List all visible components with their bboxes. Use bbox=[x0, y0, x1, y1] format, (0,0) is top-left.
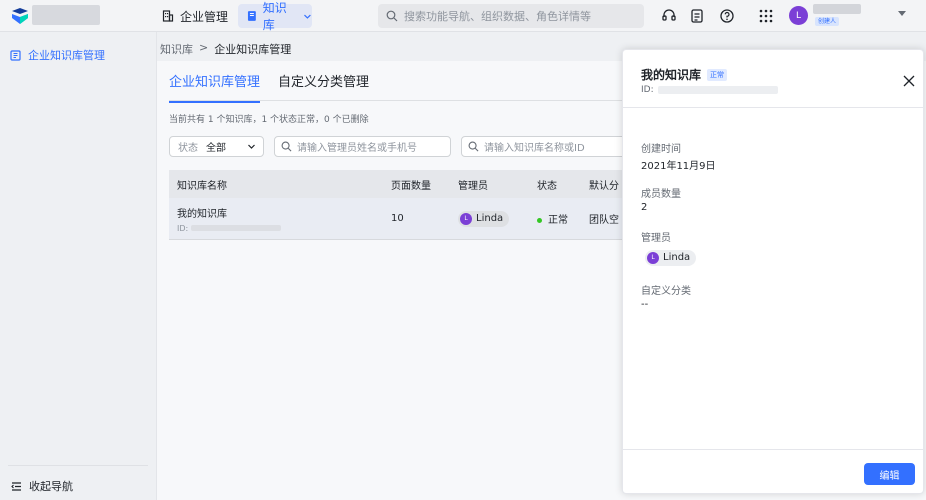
cell-pages: 10 bbox=[391, 213, 404, 224]
breadcrumb: 知识库 > 企业知识库管理 bbox=[160, 41, 291, 57]
status-filter-value: 全部 bbox=[206, 143, 226, 154]
admin-search-input[interactable]: 请输入管理员姓名或手机号 bbox=[274, 136, 451, 157]
sidebar-divider bbox=[8, 465, 148, 466]
kb-id-label: ID: bbox=[177, 223, 189, 233]
breadcrumb-separator: > bbox=[199, 41, 209, 54]
avatar: L bbox=[460, 212, 472, 225]
drawer-id-label: ID: bbox=[641, 85, 654, 95]
drawer-title: 我的知识库 正常 bbox=[641, 66, 728, 83]
document-icon[interactable] bbox=[689, 8, 705, 24]
admin-chip[interactable]: L Linda bbox=[458, 210, 510, 227]
admin-name: Linda bbox=[476, 213, 504, 224]
header-pages: 页面数量 bbox=[391, 180, 431, 192]
search-placeholder: 搜索功能导航、组织数据、角色详情等 bbox=[404, 10, 591, 23]
kb-id-redacted bbox=[191, 225, 282, 231]
search-icon bbox=[386, 10, 398, 22]
tab-custom-category[interactable]: 自定义分类管理 bbox=[278, 71, 369, 97]
creator-badge: 创建人 bbox=[815, 17, 840, 26]
avatar: L bbox=[647, 251, 659, 264]
admin-chip: L Linda bbox=[645, 249, 697, 266]
brand-name-redacted bbox=[32, 5, 100, 25]
app-grid-icon[interactable] bbox=[758, 8, 774, 24]
collapse-icon bbox=[11, 481, 21, 491]
search-icon bbox=[468, 141, 479, 152]
global-search-input[interactable]: 搜索功能导航、组织数据、角色详情等 bbox=[378, 4, 644, 28]
sidebar: 企业知识库管理 收起导航 bbox=[0, 32, 157, 500]
drawer-admin-chip[interactable]: L Linda bbox=[645, 248, 697, 266]
breadcrumb-root[interactable]: 知识库 bbox=[160, 41, 193, 57]
drawer-header: 我的知识库 正常 ID: bbox=[623, 50, 923, 108]
kb-id: ID: bbox=[177, 224, 391, 233]
collapse-nav-button[interactable]: 收起导航 bbox=[11, 478, 73, 494]
kb-name: 我的知识库 bbox=[177, 208, 227, 220]
members-value: 2 bbox=[641, 202, 648, 213]
detail-drawer: 我的知识库 正常 ID: 创建时间 2021年11月9日 成员数量 2 管理员 … bbox=[622, 49, 924, 494]
headset-icon[interactable] bbox=[661, 8, 677, 24]
user-avatar[interactable]: L bbox=[789, 6, 808, 25]
sidebar-item-label: 企业知识库管理 bbox=[28, 49, 105, 62]
app-logo-icon[interactable] bbox=[10, 6, 30, 26]
user-name-redacted bbox=[813, 4, 861, 14]
header-admin: 管理员 bbox=[458, 180, 488, 192]
drawer-title-text: 我的知识库 bbox=[641, 68, 702, 82]
building-icon bbox=[162, 10, 174, 22]
breadcrumb-current: 企业知识库管理 bbox=[214, 43, 292, 56]
nav-kb-label: 知识库 bbox=[262, 1, 287, 32]
kb-table: 知识库名称 页面数量 管理员 状态 默认分 我的知识库 ID: 10 L Lin… bbox=[169, 170, 629, 240]
nav-enterprise-label: 企业管理 bbox=[180, 9, 229, 24]
admin-name: Linda bbox=[663, 252, 691, 263]
created-label: 创建时间 bbox=[641, 144, 681, 155]
kb-search-placeholder: 请输入知识库名称或ID bbox=[484, 143, 585, 154]
chevron-down-icon bbox=[248, 144, 255, 149]
caret-down-icon[interactable] bbox=[898, 11, 906, 16]
chevron-down-icon bbox=[304, 14, 311, 19]
created-value: 2021年11月9日 bbox=[641, 161, 716, 172]
header-name: 知识库名称 bbox=[177, 180, 227, 192]
status-filter-select[interactable]: 状态 全部 bbox=[169, 136, 264, 157]
search-icon bbox=[281, 141, 292, 152]
category-label: 自定义分类 bbox=[641, 286, 691, 297]
nav-enterprise-management[interactable]: 企业管理 bbox=[162, 7, 228, 25]
table-header: 知识库名称 页面数量 管理员 状态 默认分 bbox=[169, 170, 629, 198]
table-row[interactable]: 我的知识库 ID: 10 L Linda 正常 团队空 bbox=[169, 198, 629, 240]
drawer-id: ID: bbox=[641, 85, 778, 95]
header-status: 状态 bbox=[537, 180, 557, 192]
admin-search-placeholder: 请输入管理员姓名或手机号 bbox=[297, 143, 417, 154]
cell-name: 我的知识库 ID: bbox=[169, 205, 391, 233]
edit-button[interactable]: 编辑 bbox=[864, 463, 915, 485]
knowledge-base-icon bbox=[10, 49, 21, 61]
help-icon[interactable] bbox=[719, 8, 735, 24]
status-text: 正常 bbox=[548, 215, 568, 226]
tab-divider bbox=[169, 100, 629, 101]
knowledge-base-icon bbox=[247, 11, 256, 21]
cell-status: 正常 bbox=[537, 211, 589, 226]
collapse-nav-label: 收起导航 bbox=[29, 480, 73, 493]
tab-bar: 企业知识库管理 自定义分类管理 bbox=[169, 71, 369, 103]
nav-knowledge-base[interactable]: 知识库 bbox=[238, 1, 312, 32]
summary-text: 当前共有 1 个知识库，1 个状态正常，0 个已删除 bbox=[169, 115, 369, 125]
tab-enterprise-kb[interactable]: 企业知识库管理 bbox=[169, 71, 261, 103]
status-badge: 正常 bbox=[707, 68, 728, 81]
cell-admin: L Linda bbox=[458, 210, 537, 227]
status-dot bbox=[537, 217, 542, 223]
category-value: -- bbox=[641, 299, 649, 310]
top-bar: 企业管理 知识库 搜索功能导航、组织数据、角色详情等 L 创建人 bbox=[0, 0, 926, 32]
drawer-id-redacted bbox=[657, 86, 778, 94]
admin-label: 管理员 bbox=[641, 233, 671, 244]
drawer-footer: 编辑 bbox=[623, 449, 923, 493]
close-icon[interactable] bbox=[903, 75, 915, 87]
kb-search-input[interactable]: 请输入知识库名称或ID bbox=[461, 136, 631, 157]
members-label: 成员数量 bbox=[641, 189, 681, 200]
sidebar-item-enterprise-kb[interactable]: 企业知识库管理 bbox=[10, 47, 105, 63]
status-filter-label: 状态 bbox=[178, 143, 198, 154]
